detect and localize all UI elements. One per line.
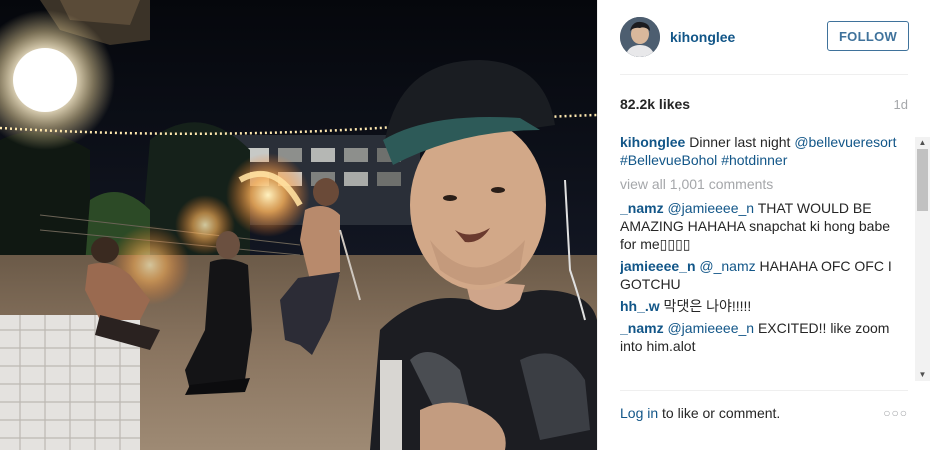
post-author-username[interactable]: kihonglee — [670, 29, 735, 45]
post-photo[interactable] — [0, 0, 597, 450]
likes-count[interactable]: 82.2k likes — [620, 96, 690, 112]
caption-username[interactable]: kihonglee — [620, 134, 685, 150]
comments-list[interactable]: kihonglee Dinner last night @bellevueres… — [620, 133, 910, 381]
comment-username[interactable]: _namz — [620, 200, 664, 216]
caption-tag[interactable]: #BellevueBohol — [620, 152, 717, 168]
profile-photo-icon — [620, 17, 660, 57]
post-caption: kihonglee Dinner last night @bellevueres… — [620, 133, 910, 169]
comment-username[interactable]: _namz — [620, 320, 664, 336]
likes-row: 82.2k likes 1d — [620, 94, 908, 114]
comment-text: 막댓은 나야!!!!! — [659, 298, 752, 314]
login-link[interactable]: Log in — [620, 405, 658, 421]
comment-mention[interactable]: @jamieeee_n — [667, 200, 754, 216]
view-all-comments-link[interactable]: view all 1,001 comments — [620, 175, 910, 193]
footer-divider — [620, 390, 908, 391]
scroll-thumb[interactable] — [917, 149, 928, 211]
follow-button[interactable]: FOLLOW — [827, 21, 909, 51]
comment-mention[interactable]: @_namz — [699, 258, 755, 274]
beach-fire-dance-photo — [0, 0, 597, 450]
post-details-panel: kihonglee FOLLOW 82.2k likes 1d kihongle… — [597, 0, 930, 450]
comment-item: _namz @jamieeee_n EXCITED!! like zoom in… — [620, 319, 910, 355]
avatar[interactable] — [620, 17, 660, 57]
caption-text: Dinner last night — [685, 134, 795, 150]
caption-tag[interactable]: #hotdinner — [721, 152, 787, 168]
post-time[interactable]: 1d — [894, 97, 908, 112]
comment-item: hh_.w 막댓은 나야!!!!! — [620, 297, 910, 315]
scroll-up-arrow-icon[interactable]: ▲ — [915, 137, 930, 149]
post-header: kihonglee FOLLOW — [598, 0, 930, 74]
login-prompt: Log in to like or comment. — [620, 405, 780, 421]
comment-username[interactable]: hh_.w — [620, 298, 660, 314]
comment-username[interactable]: jamieeee_n — [620, 258, 696, 274]
post-footer: Log in to like or comment. ○○○ — [620, 403, 908, 423]
more-dots-icon[interactable]: ○○○ — [883, 406, 908, 420]
login-prompt-text: to like or comment. — [658, 405, 781, 421]
comment-mention[interactable]: @jamieeee_n — [667, 320, 754, 336]
header-divider — [620, 74, 908, 75]
post-viewer: kihonglee FOLLOW 82.2k likes 1d kihongle… — [0, 0, 930, 450]
comments-scrollbar[interactable]: ▲ ▼ — [915, 137, 930, 381]
caption-tag[interactable]: @bellevueresort — [794, 134, 896, 150]
scroll-down-arrow-icon[interactable]: ▼ — [915, 369, 930, 381]
comment-item: _namz @jamieeee_n THAT WOULD BE AMAZING … — [620, 199, 910, 253]
comment-item: jamieeee_n @_namz HAHAHA OFC OFC I GOTCH… — [620, 257, 910, 293]
